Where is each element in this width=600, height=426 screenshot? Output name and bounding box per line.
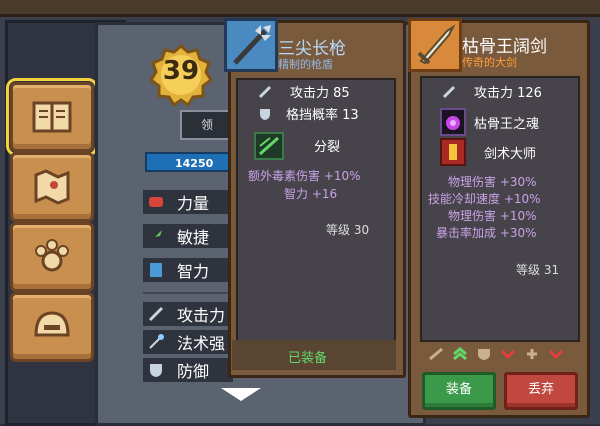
compare-indicators (428, 346, 574, 362)
stat-label: 智力 (177, 262, 210, 281)
fist-icon (147, 193, 165, 211)
item2-bonus1: 物理伤害 +30% (448, 175, 537, 189)
stat-label: 攻击力 (177, 306, 226, 325)
scroll-down-icon[interactable] (218, 384, 264, 404)
sword-mastery-icon (440, 138, 466, 166)
stat-defense: 防御 (143, 358, 233, 382)
spear-icon (233, 25, 271, 65)
paw-icon (35, 239, 69, 272)
stat-intellect: 智力 (143, 258, 233, 282)
book-icon (147, 261, 165, 279)
item2-bonus2: 技能冷却速度 +10% (428, 192, 541, 206)
double-up-arrow-icon (453, 347, 467, 361)
hp-bar: 14250 (145, 152, 235, 172)
stat-label: 力量 (177, 194, 210, 213)
player-level: 39 (162, 56, 200, 86)
nav-inventory-button[interactable] (6, 78, 98, 156)
stat-label: 防御 (177, 362, 210, 381)
plus-icon (527, 349, 537, 359)
item1-equipped-status: 已装备 (288, 351, 328, 366)
down-arrow-icon (500, 349, 516, 360)
discard-button[interactable]: 丢弃 (504, 372, 578, 410)
stat-agility: 敏捷 (143, 224, 233, 248)
item2-attack: 攻击力 126 (474, 86, 542, 101)
item2-subtitle: 传奇的大剑 (462, 56, 517, 69)
item1-attack: 攻击力 85 (290, 86, 350, 101)
item1-icon-frame (224, 18, 278, 72)
item2-level: 等级 31 (516, 263, 560, 277)
item1-block: 格挡概率 13 (286, 108, 359, 123)
nav-pets-button[interactable] (10, 222, 94, 292)
item1-level: 等级 30 (326, 223, 370, 237)
shield-icon (147, 361, 165, 379)
name-button[interactable]: 领 (180, 110, 234, 140)
sword-icon (258, 84, 272, 99)
item1-subtitle: 精制的枪盾 (278, 58, 333, 71)
feather-icon (147, 227, 165, 245)
item2-bonus4: 暴击率加成 +30% (436, 226, 537, 240)
book-icon (32, 101, 72, 133)
map-icon (34, 169, 70, 205)
item1-bonus2: 智力 +16 (284, 187, 338, 201)
item2-bonus3: 物理伤害 +10% (448, 209, 537, 223)
split-skill-icon (254, 132, 284, 160)
shield-icon (478, 349, 490, 360)
nav-map-button[interactable] (10, 152, 94, 222)
top-bar (0, 0, 600, 17)
sword-icon (147, 305, 165, 323)
item2-gem: 枯骨王之魂 (474, 117, 540, 132)
stat-strength: 力量 (143, 190, 233, 214)
helmet-icon (34, 311, 70, 337)
shield-icon (258, 106, 272, 120)
nav-equipment-button[interactable] (10, 292, 94, 362)
sword-icon (429, 347, 443, 361)
stat-label: 法术强 (177, 334, 226, 353)
item1-skill: 分裂 (314, 140, 341, 155)
stat-attack: 攻击力 (143, 302, 233, 326)
greatsword-icon (417, 24, 456, 65)
down-arrow-icon (548, 349, 564, 360)
sword-icon (442, 84, 456, 99)
divider (143, 292, 233, 294)
stat-label: 敏捷 (177, 228, 210, 247)
item2-skill: 剑术大师 (484, 147, 537, 162)
item1-bonus1: 额外毒素伤害 +10% (248, 169, 361, 183)
wand-icon (147, 333, 165, 351)
item2-icon-frame (408, 18, 462, 72)
stat-spell: 法术强 (143, 330, 233, 354)
equip-button[interactable]: 装备 (422, 372, 496, 410)
soul-gem-icon (440, 108, 466, 136)
